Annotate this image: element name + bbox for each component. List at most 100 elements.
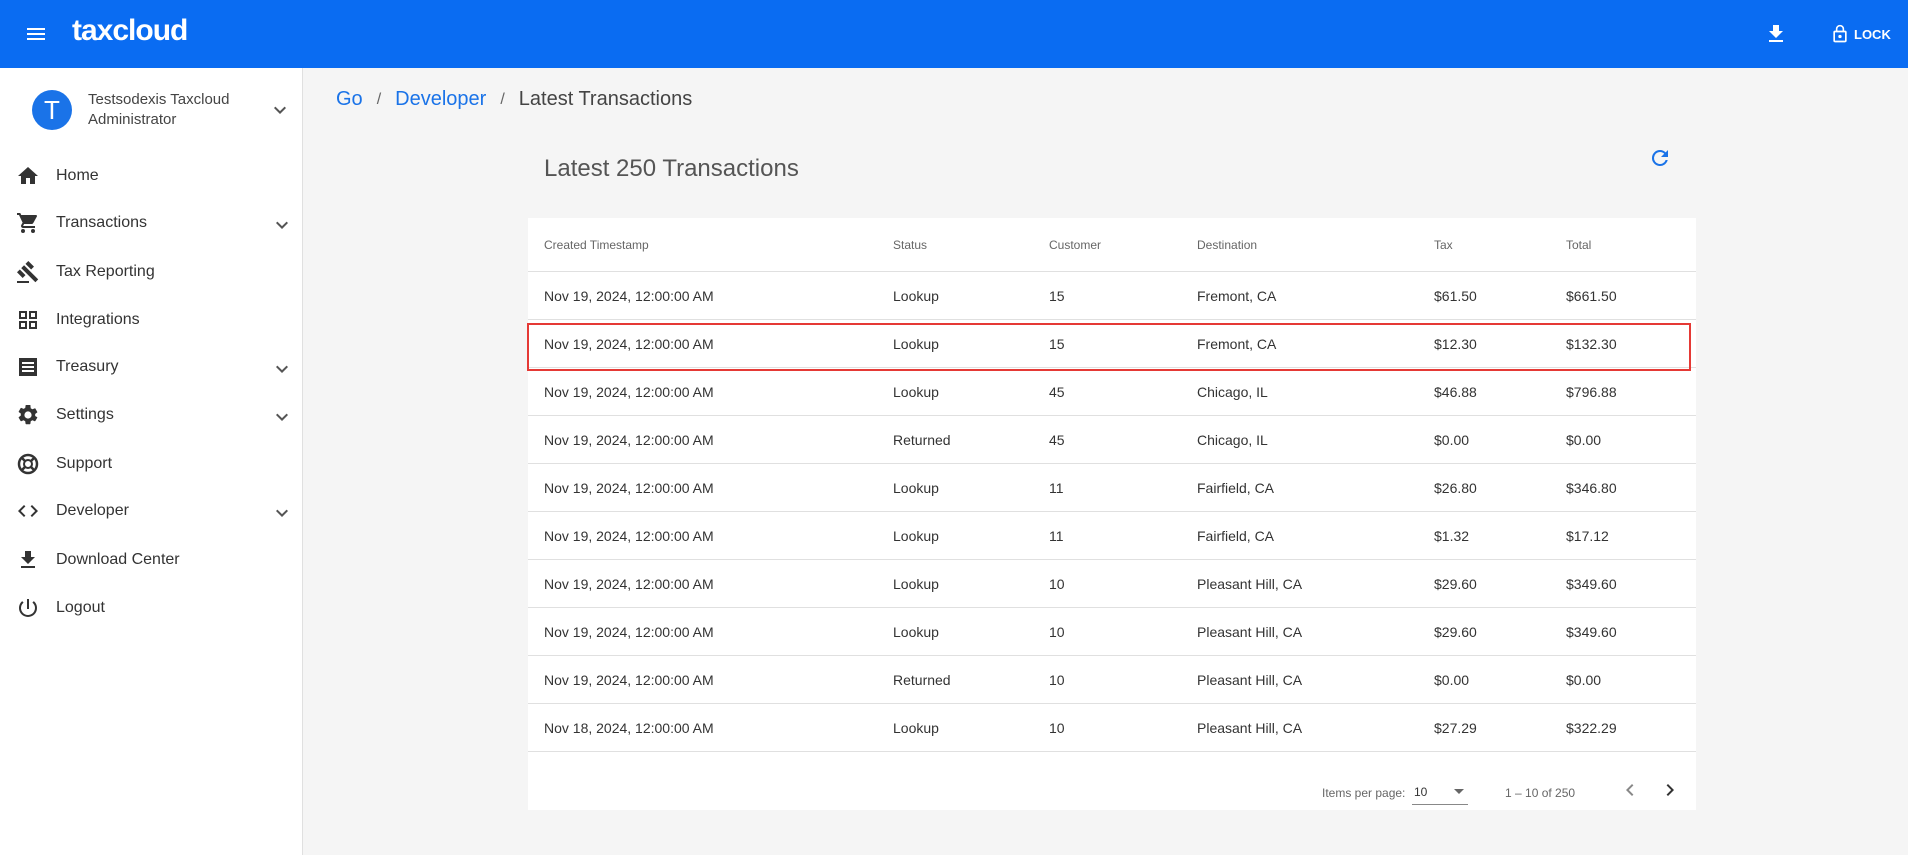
gear-icon	[18, 404, 38, 425]
sidebar-item-label: Integrations	[56, 311, 140, 328]
lock-button[interactable]: LOCK	[1830, 20, 1891, 48]
cell-destination: Pleasant Hill, CA	[1197, 720, 1303, 736]
sidebar-item-transactions[interactable]: Transactions	[0, 203, 302, 243]
cell-status: Returned	[893, 672, 951, 688]
cell-customer: 11	[1049, 480, 1064, 496]
cell-total: $661.50	[1566, 288, 1617, 304]
cell-customer: 10	[1049, 576, 1065, 592]
table-row[interactable]: Nov 19, 2024, 12:00:00 AM Returned 10 Pleas…	[528, 656, 1696, 704]
sidebar-item-home[interactable]: Home	[0, 156, 302, 196]
cell-status: Lookup	[893, 576, 939, 592]
cell-created-timestamp: Nov 19, 2024, 12:00:00 AM	[544, 528, 714, 544]
avatar: T	[32, 90, 72, 130]
chevron-down-icon[interactable]	[268, 98, 292, 122]
cell-created-timestamp: Nov 19, 2024, 12:00:00 AM	[544, 480, 714, 496]
breadcrumb-separator: /	[500, 90, 505, 108]
table-row[interactable]: Nov 19, 2024, 12:00:00 AM Returned 45 Chica…	[528, 416, 1696, 464]
sidebar-item-treasury[interactable]: Treasury	[0, 347, 302, 387]
download-icon[interactable]	[1764, 22, 1788, 46]
cell-customer: 10	[1049, 672, 1065, 688]
breadcrumb-separator: /	[376, 90, 382, 108]
paginator: Items per page: 10 1 – 10 of 250	[528, 766, 1696, 810]
table-row[interactable]: Nov 18, 2024, 12:00:00 AM Lookup 10 Pleasan…	[528, 704, 1696, 752]
cell-destination: Fairfield, CA	[1197, 480, 1275, 496]
cell-status: Lookup	[893, 480, 939, 496]
user-menu[interactable]: T Testsodexis Taxcloud Administrator	[32, 88, 292, 132]
cell-destination: Pleasant Hill, CA	[1197, 672, 1303, 688]
cell-destination: Pleasant Hill, CA	[1197, 576, 1303, 592]
cell-status: Lookup	[893, 336, 939, 352]
table-row[interactable]: Nov 19, 2024, 12:00:00 AM Lookup 15 Fremont…	[528, 272, 1696, 320]
cell-created-timestamp: Nov 19, 2024, 12:00:00 AM	[544, 576, 714, 592]
cell-destination: Fairfield, CA	[1197, 528, 1275, 544]
chevron-left-icon[interactable]	[1618, 778, 1642, 802]
download-icon	[21, 551, 35, 568]
user-name: Testsodexis Taxcloud Administrator	[88, 91, 230, 128]
cell-total: $349.60	[1566, 576, 1617, 592]
table-row[interactable]: Nov 19, 2024, 12:00:00 AM Lookup 11 Fairfie…	[528, 512, 1696, 560]
cell-tax: $1.32	[1434, 528, 1470, 544]
sidebar-item-label: Home	[56, 167, 99, 184]
cell-destination: Fremont, CA	[1197, 336, 1277, 352]
dropdown-arrow-icon	[1454, 789, 1464, 794]
cell-tax: $29.60	[1434, 624, 1477, 640]
column-header-status: Status	[893, 238, 928, 252]
chevron-right-icon[interactable]	[1658, 778, 1682, 802]
menu-icon[interactable]	[24, 22, 48, 46]
items-per-page-select[interactable]: 10	[1412, 779, 1468, 805]
cell-tax: $0.00	[1434, 432, 1470, 448]
cell-created-timestamp: Nov 19, 2024, 12:00:00 AM	[544, 672, 714, 688]
cell-total: $796.88	[1566, 384, 1617, 400]
sidebar-item-label: Developer	[56, 502, 129, 519]
page-range-label: 1 – 10 of 250	[1505, 786, 1576, 800]
table-row[interactable]: Nov 19, 2024, 12:00:00 AM Lookup 10 Pleasan…	[528, 608, 1696, 656]
sidebar-item-settings[interactable]: Settings	[0, 395, 302, 435]
breadcrumb-developer[interactable]: Developer	[395, 88, 486, 111]
sidebar-item-label: Settings	[56, 406, 114, 423]
sidebar-item-label: Download Center	[56, 551, 180, 568]
refresh-icon[interactable]	[1648, 146, 1672, 170]
breadcrumb: Go / Developer / Latest Transactions	[336, 88, 692, 111]
chevron-down-icon	[276, 413, 288, 421]
cell-total: $0.00	[1566, 432, 1602, 448]
sidebar-item-support[interactable]: Support	[0, 444, 302, 484]
code-icon	[18, 505, 38, 517]
sidebar-item-label: Treasury	[56, 358, 119, 375]
grid-icon	[19, 311, 37, 329]
cell-status: Lookup	[893, 624, 939, 640]
table-row[interactable]: Nov 19, 2024, 12:00:00 AM Lookup 15 Fremont…	[528, 320, 1696, 368]
table-row[interactable]: Nov 19, 2024, 12:00:00 AM Lookup 10 Pleasan…	[528, 560, 1696, 608]
cell-total: $322.29	[1566, 720, 1617, 736]
cell-customer: 45	[1049, 432, 1065, 448]
cell-created-timestamp: Nov 19, 2024, 12:00:00 AM	[544, 336, 714, 352]
sidebar-item-tax-reporting[interactable]: Tax Reporting	[0, 252, 302, 292]
sidebar-item-developer[interactable]: Developer	[0, 491, 302, 531]
gavel-icon	[17, 261, 39, 283]
table-row[interactable]: Nov 19, 2024, 12:00:00 AM Lookup 45 Chicago…	[528, 368, 1696, 416]
items-per-page-label: Items per page:	[1322, 786, 1406, 800]
breadcrumb-go[interactable]: Go	[336, 88, 363, 111]
sidebar-item-integrations[interactable]: Integrations	[0, 300, 302, 340]
cell-status: Lookup	[893, 384, 939, 400]
sidebar-item-download-center[interactable]: Download Center	[0, 540, 302, 580]
cell-total: $132.30	[1566, 336, 1617, 352]
column-header-created-timestamp: Created Timestamp	[544, 238, 649, 252]
cell-status: Returned	[893, 432, 951, 448]
table-row[interactable]: Nov 19, 2024, 12:00:00 AM Lookup 11 Fairfie…	[528, 464, 1696, 512]
sidebar-item-label: Tax Reporting	[56, 263, 155, 280]
lifebuoy-icon	[17, 453, 39, 475]
chevron-down-icon	[276, 509, 288, 517]
cell-destination: Chicago, IL	[1197, 432, 1268, 448]
transactions-table: Created Timestamp Status Customer Destin…	[528, 218, 1696, 810]
breadcrumb-current: Latest Transactions	[518, 88, 693, 110]
sidebar-item-logout[interactable]: Logout	[0, 588, 302, 628]
cell-total: $346.80	[1566, 480, 1617, 496]
table-header: Created Timestamp Status Customer Destin…	[528, 218, 1696, 272]
brand-logo[interactable]: taxcloud	[72, 14, 188, 48]
cell-status: Lookup	[893, 720, 939, 736]
cell-customer: 10	[1049, 624, 1065, 640]
lock-icon	[1833, 24, 1847, 43]
cell-status: Lookup	[893, 288, 939, 304]
sidebar-item-label: Logout	[56, 599, 105, 616]
cell-status: Lookup	[893, 528, 939, 544]
